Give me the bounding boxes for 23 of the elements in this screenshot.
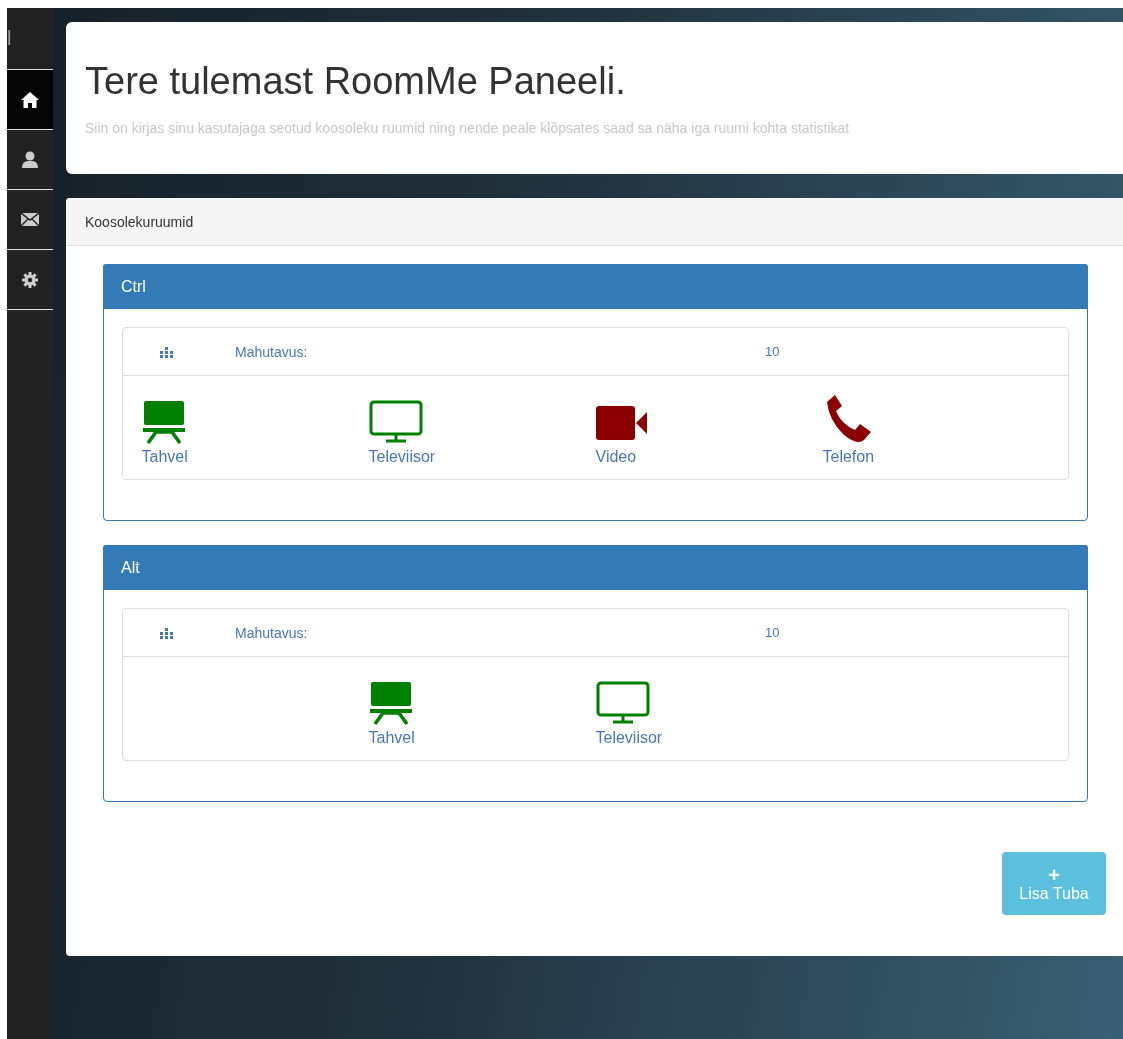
equipment-label: Tahvel [141,448,188,466]
capacity-value: 10 [765,625,780,640]
capacity-label: Mahutavus: [235,343,309,360]
capacity-value: 10 [765,344,780,359]
nav-item[interactable] [7,69,53,129]
equipment-label: Televiisor [368,448,436,466]
equipment-label: Tahvel [368,729,415,747]
equipment-label: Telefon [822,448,875,466]
capacity-label: Mahutavus: [235,624,309,641]
equipment-label: Video [595,448,637,466]
equipment-label: Televiisor [595,729,663,747]
room-name: Alt [121,558,140,577]
settings-icon [22,271,38,288]
panel-title: Koosolekuruumid [85,213,194,230]
mail-icon [21,213,39,226]
add-room-button[interactable]: + Lisa Tuba [1002,852,1106,915]
brand-text: l [7,26,13,51]
chart-icon [160,345,174,358]
user-icon [22,151,38,168]
home-icon [21,91,39,108]
welcome-title: Tere tulemast RoomMe Paneeli. [85,60,627,103]
chart-icon [160,626,174,639]
room-name: Ctrl [121,277,146,296]
